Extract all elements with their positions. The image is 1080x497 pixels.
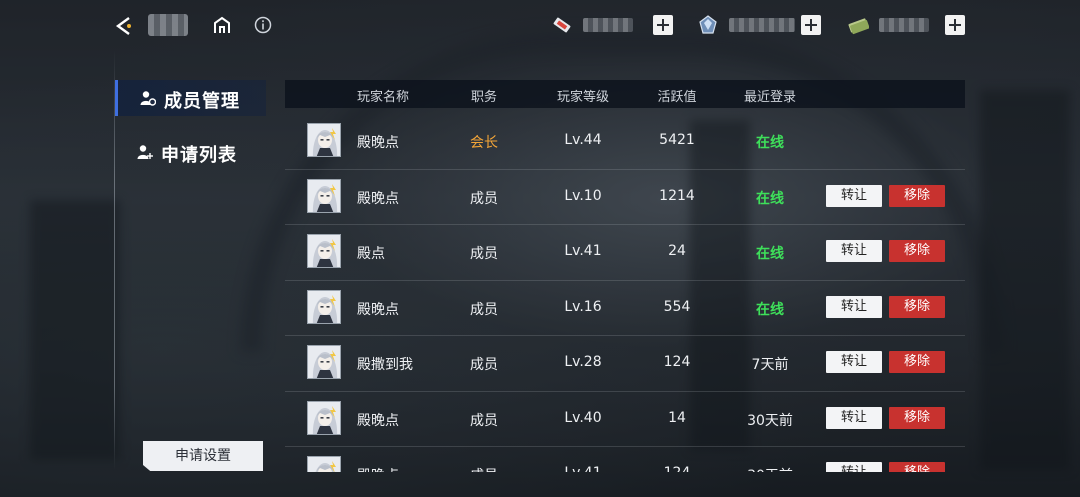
column-header-role: 职务 [470,90,497,105]
top-bar [0,0,1080,52]
resource-cash [847,12,965,38]
player-avatar[interactable] [307,400,341,435]
player-last-login: 在线 [756,135,784,151]
table-row: 殿撒到我 成员 Lv.28 124 7天前 转让 移除 [285,336,965,392]
player-role: 成员 [470,412,498,429]
info-icon[interactable] [254,16,272,34]
back-arrow-icon[interactable] [115,16,137,36]
transfer-button[interactable]: 转让 [826,240,882,262]
transfer-button[interactable]: 转让 [826,184,882,207]
player-activity: 124 [663,354,691,370]
member-table: 玩家名称 职务 玩家等级 活跃值 最近登录 殿晚点 会长 Lv.44 5421 在线 殿… [285,80,965,472]
member-manage-icon [140,90,157,106]
player-last-login: 30天前 [747,412,793,429]
cash-icon [847,14,870,36]
remove-button[interactable]: 移除 [889,240,945,262]
plus-icon[interactable] [945,15,965,35]
remove-button[interactable]: 移除 [889,406,945,429]
player-role: 成员 [470,357,498,373]
player-name: 殿晚点 [357,190,399,207]
player-name: 殿晚点 [357,412,399,429]
player-avatar[interactable] [307,178,341,213]
sidebar-item-label: 成员管理 [164,91,240,112]
sidebar-item-member-manage[interactable]: 成员管理 [115,80,266,116]
resource-value-blurred [879,18,929,32]
player-level: Lv.41 [564,243,602,259]
transfer-button[interactable]: 转让 [826,462,882,472]
column-header-level: 玩家等级 [556,90,609,105]
player-avatar[interactable] [307,234,341,268]
member-list: 殿晚点 会长 Lv.44 5421 在线 殿晚点 成员 Lv.10 1214 在线 转让 移除 殿点… [285,114,965,472]
player-name-blurred [148,14,188,36]
table-row: 殿晚点 成员 Lv.41 124 30天前 转让移除 [285,447,965,472]
player-level: Lv.28 [564,354,602,370]
player-role: 成员 [449,465,519,472]
plus-icon[interactable] [653,15,673,35]
transfer-button[interactable]: 转让 [826,406,882,429]
sidebar-item-apply-list[interactable]: 申请列表 [115,134,263,170]
table-header: 玩家名称 职务 玩家等级 活跃值 最近登录 [285,80,965,108]
remove-button[interactable]: 移除 [889,351,945,373]
player-avatar[interactable] [307,289,341,324]
player-last-login: 在线 [756,301,784,318]
resource-ticket [551,12,675,38]
table-row: 殿晚点 会长 Lv.44 5421 在线 [285,114,965,170]
player-last-login: 在线 [756,246,784,262]
player-avatar[interactable] [307,345,341,379]
home-icon[interactable] [212,15,232,35]
sidebar-item-label: 申请列表 [161,145,237,166]
remove-button[interactable]: 移除 [889,462,945,472]
player-last-login: 在线 [756,190,784,207]
player-level: Lv.40 [564,409,602,426]
player-level: Lv.10 [564,187,602,204]
table-row: 殿晚点 成员 Lv.10 1214 在线 转让 移除 [285,170,965,225]
player-activity: 5421 [659,132,695,148]
player-level: Lv.44 [564,132,602,148]
column-header-last-login: 最近登录 [743,90,796,105]
player-level: Lv.41 [543,465,623,472]
table-row: 殿点 成员 Lv.41 24 在线 转让 移除 [285,225,965,281]
ticket-icon [551,14,573,36]
transfer-button[interactable]: 转让 [826,295,882,318]
plus-icon[interactable] [801,15,821,35]
apply-list-icon [137,144,153,160]
remove-button[interactable]: 移除 [889,184,945,207]
player-activity: 1214 [659,187,695,204]
player-role: 会长 [470,135,498,151]
table-row: 殿晚点 成员 Lv.40 14 30天前 转让 移除 [285,392,965,447]
apply-settings-button[interactable]: 申请设置 [143,441,263,471]
player-activity: 24 [668,243,686,259]
table-row: 殿晚点 成员 Lv.16 554 在线 转让 移除 [285,281,965,336]
player-activity: 124 [637,465,717,472]
player-name: 殿晚点 [357,135,399,151]
column-header-player-name: 玩家名称 [356,90,409,105]
player-role: 成员 [470,246,498,262]
player-last-login: 7天前 [751,357,789,373]
crystal-icon [697,14,719,36]
player-name: 殿晚点 [357,301,399,318]
player-name: 殿撒到我 [357,357,413,373]
resource-value-blurred [729,18,795,32]
player-activity: 14 [668,409,686,426]
player-avatar[interactable] [307,456,341,472]
resource-value-blurred [583,18,633,32]
player-role: 成员 [470,190,498,207]
player-role: 成员 [470,301,498,318]
player-level: Lv.16 [564,298,602,315]
transfer-button[interactable]: 转让 [826,351,882,373]
remove-button[interactable]: 移除 [889,295,945,318]
player-name: 殿晚点 [357,465,399,472]
player-activity: 554 [663,298,691,315]
player-name: 殿点 [357,246,385,262]
player-avatar[interactable] [307,123,341,157]
column-header-activity: 活跃值 [657,90,697,105]
player-last-login: 30天前 [725,465,815,472]
resource-crystal [697,12,823,38]
